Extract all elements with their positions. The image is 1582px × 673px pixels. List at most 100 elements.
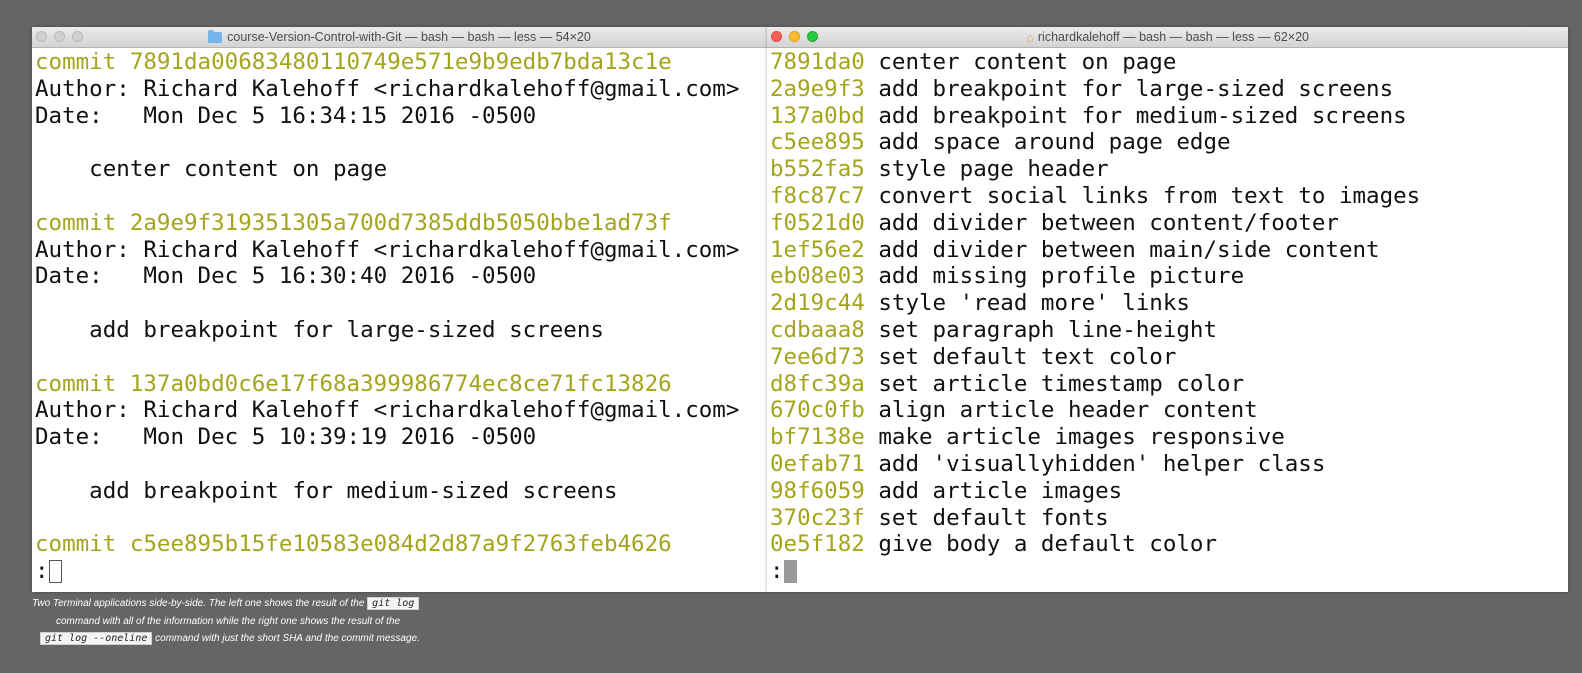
code-snippet: git log --oneline <box>40 632 153 645</box>
commit-message: set paragraph line-height <box>864 316 1218 343</box>
oneline-entry: 670c0fb align article header content <box>770 397 1568 424</box>
commit-message: make article images responsive <box>864 424 1285 451</box>
short-sha: 0efab71 <box>770 450 865 477</box>
oneline-entry: 7891da0 center content on page <box>770 49 1568 76</box>
commit-message: set default text color <box>864 343 1177 370</box>
oneline-entry: 0e5f182 give body a default color <box>770 531 1568 558</box>
close-button[interactable] <box>771 31 782 42</box>
log-line: Author: Richard Kalehoff <richardkalehof… <box>35 236 740 263</box>
short-sha: 1ef56e2 <box>770 236 865 263</box>
commit-message: add space around page edge <box>864 129 1231 156</box>
home-icon: ⌂ <box>1026 29 1034 45</box>
window-title: course-Version-Control-with-Git — bash —… <box>227 30 591 44</box>
terminal-window-left[interactable]: course-Version-Control-with-Git — bash —… <box>32 27 767 592</box>
commit-message: add breakpoint for large-sized screens <box>864 75 1394 102</box>
short-sha: cdbaaa8 <box>770 316 865 343</box>
short-sha: 98f6059 <box>770 477 865 504</box>
zoom-button[interactable] <box>72 31 83 42</box>
minimize-button[interactable] <box>789 31 800 42</box>
short-sha: 2d19c44 <box>770 290 865 317</box>
oneline-entry: 0efab71 add 'visuallyhidden' helper clas… <box>770 451 1568 478</box>
window-controls <box>771 31 818 42</box>
code-snippet: git log <box>367 597 420 610</box>
commit-message: add article images <box>864 477 1123 504</box>
oneline-entry: 2a9e9f3 add breakpoint for large-sized s… <box>770 76 1568 103</box>
commit-hash-line: commit 137a0bd0c6e17f68a399986774ec8ce71… <box>35 370 672 397</box>
commit-message: add divider between main/side content <box>864 236 1380 263</box>
short-sha: f8c87c7 <box>770 182 865 209</box>
oneline-entry: d8fc39a set article timestamp color <box>770 371 1568 398</box>
oneline-entry: b552fa5 style page header <box>770 156 1568 183</box>
terminal-window-right[interactable]: ⌂ richardkalehoff — bash — bash — less —… <box>767 27 1568 592</box>
log-line: Author: Richard Kalehoff <richardkalehof… <box>35 75 740 102</box>
oneline-entry: 137a0bd add breakpoint for medium-sized … <box>770 103 1568 130</box>
short-sha: 7891da0 <box>770 49 865 75</box>
log-line: add breakpoint for medium-sized screens <box>35 477 618 504</box>
caption-line: command with all of the information whil… <box>56 615 401 627</box>
commit-hash-line: commit 2a9e9f319351305a700d7385ddb5050bb… <box>35 209 672 236</box>
short-sha: 0e5f182 <box>770 531 865 558</box>
short-sha: 670c0fb <box>770 397 865 424</box>
caption-line: git log --oneline command with just the … <box>32 630 462 648</box>
short-sha: d8fc39a <box>770 370 865 397</box>
short-sha: 137a0bd <box>770 102 865 129</box>
commit-message: convert social links from text to images <box>864 182 1421 209</box>
terminal-output[interactable]: 7891da0 center content on page 2a9e9f3 ad… <box>767 48 1568 585</box>
short-sha: 370c23f <box>770 504 865 531</box>
log-line: Date: Mon Dec 5 16:30:40 2016 -0500 <box>35 263 537 290</box>
commit-message: set default fonts <box>864 504 1109 531</box>
short-sha: eb08e03 <box>770 263 865 290</box>
oneline-entry: 98f6059 add article images <box>770 478 1568 505</box>
log-line: add breakpoint for large-sized screens <box>35 316 604 343</box>
short-sha: bf7138e <box>770 424 865 451</box>
commit-message: add missing profile picture <box>864 263 1245 290</box>
window-controls <box>36 31 83 42</box>
commit-message: give body a default color <box>864 531 1218 558</box>
log-line: center content on page <box>35 156 388 183</box>
close-button[interactable] <box>36 31 47 42</box>
oneline-entry: f0521d0 add divider between content/foot… <box>770 210 1568 237</box>
commit-message: style 'read more' links <box>864 290 1190 317</box>
oneline-entry: 1ef56e2 add divider between main/side co… <box>770 237 1568 264</box>
commit-message: add breakpoint for medium-sized screens <box>864 102 1407 129</box>
short-sha: b552fa5 <box>770 156 865 183</box>
title-bar[interactable]: course-Version-Control-with-Git — bash —… <box>32 27 767 48</box>
short-sha: f0521d0 <box>770 209 865 236</box>
log-line: Author: Richard Kalehoff <richardkalehof… <box>35 397 740 424</box>
short-sha: 2a9e9f3 <box>770 75 865 102</box>
cursor <box>48 560 62 584</box>
commit-message: add 'visuallyhidden' helper class <box>864 450 1326 477</box>
short-sha: 7ee6d73 <box>770 343 865 370</box>
minimize-button[interactable] <box>54 31 65 42</box>
log-line: Date: Mon Dec 5 10:39:19 2016 -0500 <box>35 424 537 451</box>
commit-hash-line: commit 7891da00683480110749e571e9b9edb7b… <box>35 49 672 75</box>
pager-prompt[interactable]: : <box>35 558 767 585</box>
pager-prompt[interactable]: : <box>770 558 1568 585</box>
oneline-entry: bf7138e make article images responsive <box>770 424 1568 451</box>
oneline-entry: 7ee6d73 set default text color <box>770 344 1568 371</box>
oneline-entry: f8c87c7 convert social links from text t… <box>770 183 1568 210</box>
log-line: Date: Mon Dec 5 16:34:15 2016 -0500 <box>35 102 537 129</box>
oneline-entry: c5ee895 add space around page edge <box>770 129 1568 156</box>
figure-caption: Two Terminal applications side-by-side. … <box>32 595 462 648</box>
commit-message: add divider between content/footer <box>864 209 1339 236</box>
oneline-entry: cdbaaa8 set paragraph line-height <box>770 317 1568 344</box>
zoom-button[interactable] <box>807 31 818 42</box>
short-sha: c5ee895 <box>770 129 865 156</box>
title-bar[interactable]: ⌂ richardkalehoff — bash — bash — less —… <box>767 27 1568 48</box>
commit-hash-line: commit c5ee895b15fe10583e084d2d87a9f2763… <box>35 531 672 558</box>
terminal-output[interactable]: commit 7891da00683480110749e571e9b9edb7b… <box>32 48 767 585</box>
commit-message: set article timestamp color <box>864 370 1245 397</box>
cursor <box>783 560 797 584</box>
oneline-entry: 2d19c44 style 'read more' links <box>770 290 1568 317</box>
commit-message: style page header <box>864 156 1109 183</box>
commit-message: center content on page <box>864 49 1177 75</box>
window-title: richardkalehoff — bash — bash — less — 6… <box>1037 30 1309 44</box>
oneline-entry: eb08e03 add missing profile picture <box>770 263 1568 290</box>
